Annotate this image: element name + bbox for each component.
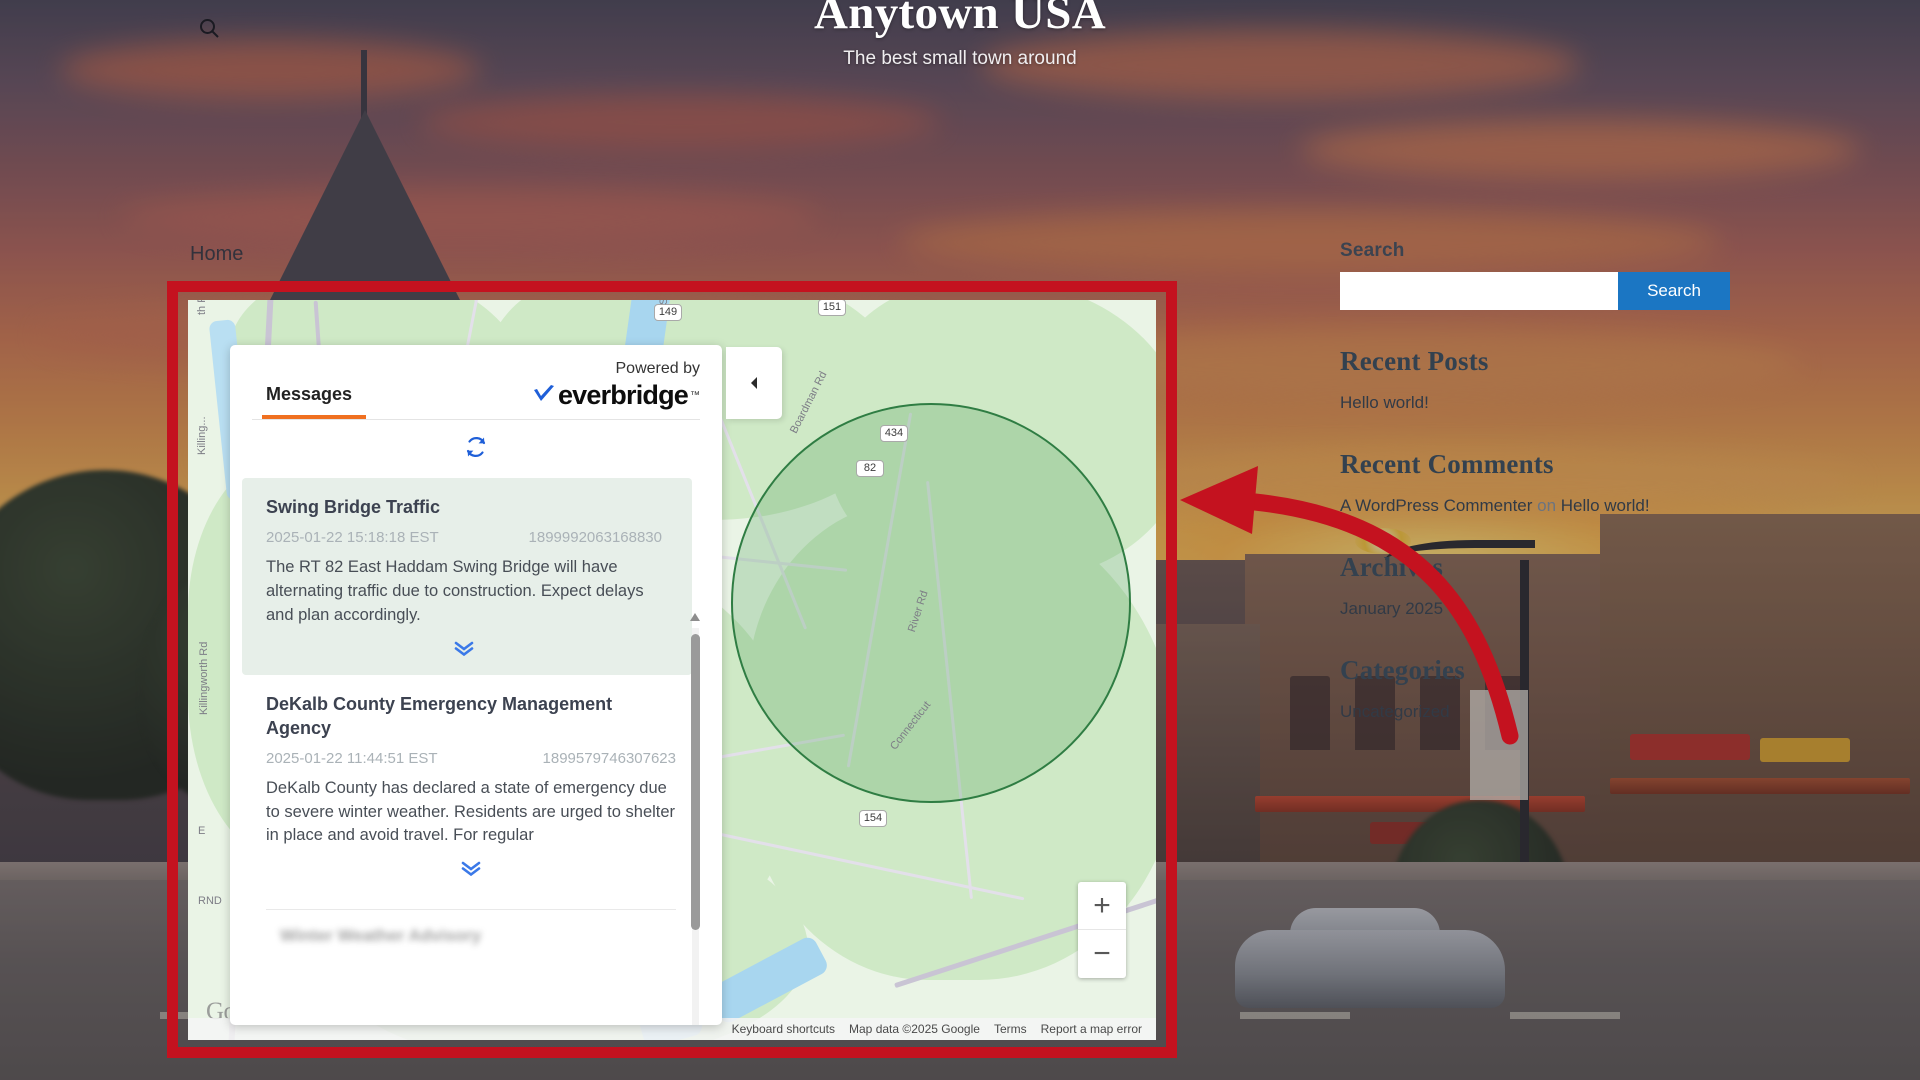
red-arrow-pointing-left — [1180, 466, 1519, 745]
expand-message-button[interactable] — [266, 640, 662, 667]
everbridge-wordmark: everbridge — [557, 380, 689, 410]
message-timestamp: 2025-01-22 15:18:18 EST — [266, 528, 439, 546]
map-label: Killingworth Rd — [198, 641, 210, 715]
message-list[interactable]: Swing Bridge Traffic 2025-01-22 15:18:18… — [230, 478, 722, 1025]
message-meta: 2025-01-22 15:18:18 EST 1899992063168830 — [266, 529, 662, 546]
message-card-partial[interactable]: Winter Weather Advisory — [230, 910, 706, 958]
everbridge-trademark: ™ — [690, 390, 700, 401]
message-body: The RT 82 East Haddam Swing Bridge will … — [266, 557, 644, 624]
comment-connector: on — [1532, 496, 1561, 515]
map-label: E — [198, 825, 206, 837]
search-form: Search — [1340, 272, 1730, 310]
scroll-up-arrow[interactable] — [688, 610, 702, 624]
expand-message-button[interactable] — [266, 860, 676, 887]
report-map-error-link[interactable]: Report a map error — [1041, 1022, 1142, 1036]
message-card[interactable]: DeKalb County Emergency Management Agenc… — [230, 675, 706, 896]
zoom-in-button[interactable]: + — [1078, 882, 1126, 930]
message-list-scrollbar[interactable] — [688, 610, 702, 1025]
triangle-up-icon — [690, 613, 700, 621]
map-data-credit: Map data ©2025 Google — [849, 1022, 980, 1036]
highway-shield: 151 — [818, 300, 846, 316]
highway-shield: 154 — [859, 810, 887, 827]
everbridge-check-icon — [533, 384, 554, 401]
search-submit-button[interactable]: Search — [1618, 272, 1730, 310]
widget-recent-posts: Recent Posts Hello world! — [1340, 346, 1730, 413]
nav-item-home[interactable]: Home — [190, 243, 243, 266]
message-card[interactable]: Swing Bridge Traffic 2025-01-22 15:18:18… — [242, 478, 692, 675]
everbridge-panel-header: Messages Powered by everbridge ™ — [230, 345, 782, 419]
recent-posts-heading: Recent Posts — [1340, 346, 1489, 376]
recent-post-link[interactable]: Hello world! — [1340, 393, 1730, 413]
message-id: 1899579746307623 — [542, 749, 676, 767]
map-label: RND — [198, 895, 222, 907]
message-timestamp: 2025-01-22 11:44:51 EST — [266, 749, 438, 767]
map-label: Killing... — [196, 416, 208, 455]
map-zoom-controls[interactable]: + − — [1078, 882, 1126, 978]
site-header: Anytown USA The best small town around — [0, 0, 1920, 86]
search-heading: Search — [1340, 240, 1405, 261]
everbridge-messages-panel[interactable]: Messages Powered by everbridge ™ Swing B… — [230, 345, 782, 1025]
highway-shield: 82 — [856, 460, 884, 477]
alert-radius-circle — [731, 403, 1131, 803]
map-label: th Rd — [196, 300, 208, 315]
message-id: 1899992063168830 — [528, 528, 662, 546]
message-body: DeKalb County has declared a state of em… — [266, 778, 676, 845]
zoom-out-button[interactable]: − — [1078, 930, 1126, 978]
message-meta: 2025-01-22 11:44:51 EST 1899579746307623 — [266, 750, 676, 767]
message-title: DeKalb County Emergency Management Agenc… — [266, 693, 613, 738]
everbridge-branding: Powered by everbridge ™ — [532, 360, 700, 419]
tab-messages[interactable]: Messages — [261, 384, 367, 419]
site-tagline: The best small town around — [843, 48, 1077, 69]
message-title: Swing Bridge Traffic — [266, 497, 441, 517]
collapse-panel-button[interactable] — [726, 347, 782, 419]
keyboard-shortcuts-link[interactable]: Keyboard shortcuts — [732, 1022, 835, 1036]
highway-shield: 149 — [654, 304, 682, 321]
refresh-icon[interactable] — [464, 435, 488, 464]
site-title: Anytown USA — [814, 0, 1106, 39]
chevron-left-icon — [751, 377, 757, 389]
everbridge-logo: everbridge ™ — [532, 380, 700, 411]
highway-shield: 434 — [880, 425, 908, 442]
comment-post-link[interactable]: Hello world! — [1561, 496, 1650, 515]
chevron-double-down-icon — [461, 862, 481, 877]
refresh-row — [230, 420, 722, 478]
widget-search: Search Search — [1340, 240, 1730, 310]
scrollbar-thumb[interactable] — [691, 634, 700, 930]
terms-link[interactable]: Terms — [994, 1022, 1027, 1036]
map-label: Salmon River — [658, 300, 670, 305]
search-input[interactable] — [1340, 272, 1618, 310]
chevron-double-down-icon — [454, 641, 474, 656]
map-widget[interactable]: 1491511544348214915482154154 Salmon Rive… — [188, 300, 1156, 1040]
powered-by-label: Powered by — [615, 360, 701, 377]
